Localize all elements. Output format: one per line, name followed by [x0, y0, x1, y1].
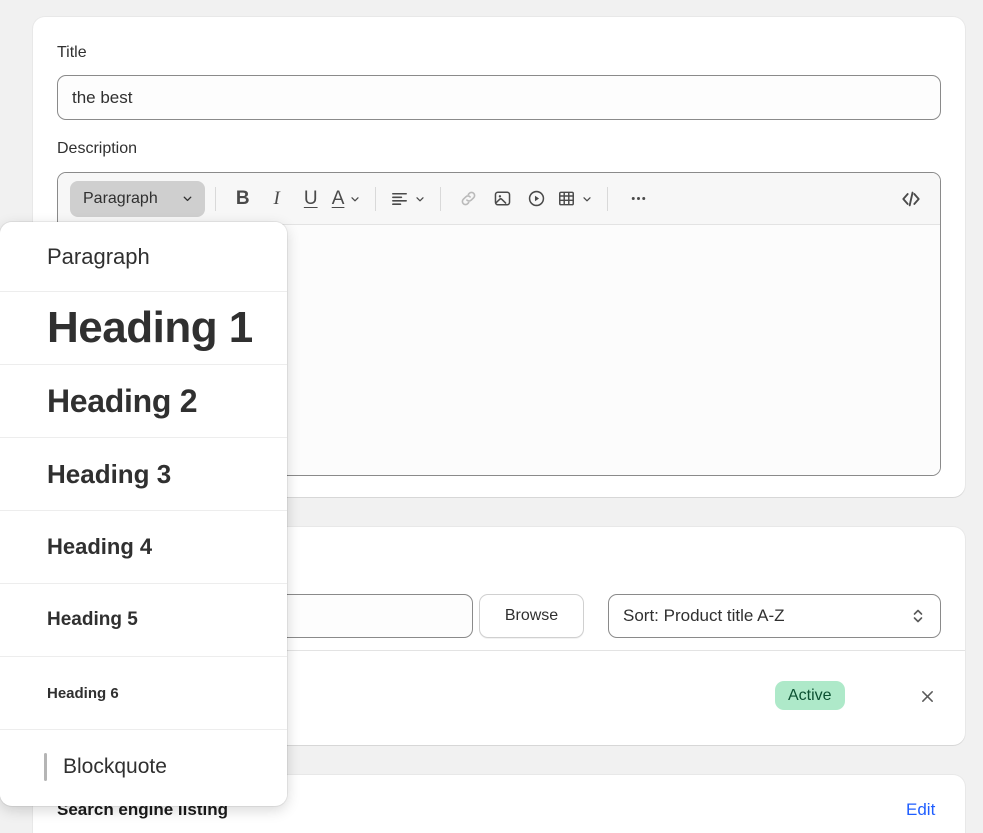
link-icon — [459, 189, 478, 208]
select-chevrons-icon — [910, 606, 926, 626]
sort-label: Sort: Product title A-Z — [623, 606, 785, 625]
italic-button[interactable]: I — [260, 182, 294, 216]
underline-button[interactable]: U — [294, 182, 328, 216]
align-left-icon — [390, 189, 409, 208]
table-icon — [557, 189, 576, 208]
italic-label: I — [273, 187, 280, 209]
toolbar-divider — [214, 186, 216, 211]
block-format-dropdown-menu: Paragraph Heading 1 Heading 2 Heading 3 … — [0, 222, 287, 806]
insert-video-button[interactable] — [519, 182, 553, 216]
insert-image-button[interactable] — [485, 182, 519, 216]
dropdown-item-label: Heading 4 — [47, 534, 153, 559]
link-button[interactable] — [451, 182, 485, 216]
more-horizontal-icon — [628, 188, 649, 209]
title-input[interactable]: the best — [57, 75, 941, 120]
dropdown-item-heading-3[interactable]: Heading 3 — [0, 438, 287, 511]
dropdown-item-paragraph[interactable]: Paragraph — [0, 222, 287, 292]
chevron-down-icon — [581, 193, 593, 205]
insert-table-button[interactable] — [553, 182, 597, 216]
toolbar-divider — [607, 186, 609, 211]
align-dropdown-button[interactable] — [386, 182, 430, 216]
dropdown-item-label: Paragraph — [47, 243, 150, 269]
dropdown-item-heading-2[interactable]: Heading 2 — [0, 365, 287, 438]
toolbar-divider — [375, 186, 377, 211]
text-color-label: A — [331, 187, 345, 209]
browse-label: Browse — [504, 607, 559, 624]
dropdown-item-blockquote[interactable]: Blockquote — [0, 730, 287, 803]
seo-edit-link[interactable]: Edit — [906, 800, 935, 820]
description-label: Description — [57, 140, 138, 157]
browse-button[interactable]: Browse — [479, 594, 584, 638]
video-play-icon — [527, 189, 546, 208]
status-badge: Active — [775, 681, 845, 710]
chevron-down-icon — [181, 192, 194, 205]
dropdown-item-label: Heading 6 — [47, 684, 119, 702]
title-label: Title — [57, 44, 87, 61]
bold-button[interactable]: B — [226, 182, 260, 216]
image-icon — [493, 189, 512, 208]
dropdown-item-label: Heading 3 — [47, 458, 172, 489]
dropdown-item-heading-1[interactable]: Heading 1 — [0, 292, 287, 365]
dropdown-item-heading-6[interactable]: Heading 6 — [0, 657, 287, 730]
chevron-down-icon — [349, 193, 361, 205]
bold-label: B — [235, 187, 250, 209]
blockquote-bar-icon — [44, 752, 47, 781]
dropdown-item-heading-4[interactable]: Heading 4 — [0, 511, 287, 584]
text-color-button[interactable]: A — [328, 182, 366, 216]
chevron-down-icon — [414, 193, 426, 205]
underline-label: U — [303, 187, 318, 209]
close-icon[interactable] — [912, 681, 942, 711]
code-view-icon — [900, 188, 922, 210]
more-options-button[interactable] — [618, 182, 658, 216]
dropdown-item-label: Heading 1 — [47, 303, 253, 352]
editor-toolbar: Paragraph B I U A — [58, 173, 940, 225]
block-format-dropdown-button[interactable]: Paragraph — [70, 180, 205, 217]
page-root: Title the best Description Paragraph B I… — [0, 0, 983, 833]
dropdown-item-heading-5[interactable]: Heading 5 — [0, 584, 287, 657]
sort-select[interactable]: Sort: Product title A-Z — [608, 594, 941, 638]
code-view-button[interactable] — [894, 182, 928, 216]
block-format-label: Paragraph — [83, 189, 158, 207]
dropdown-item-label: Heading 5 — [47, 609, 138, 630]
dropdown-item-label: Heading 2 — [47, 382, 198, 419]
dropdown-item-label: Blockquote — [63, 754, 167, 778]
status-badge-label: Active — [788, 686, 832, 704]
toolbar-divider — [440, 186, 442, 211]
